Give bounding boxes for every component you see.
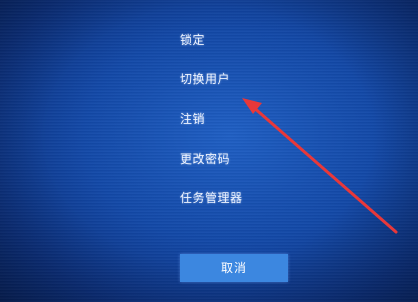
- menu-item-change-password[interactable]: 更改密码: [180, 150, 230, 167]
- menu-item-switch-user[interactable]: 切换用户: [180, 70, 230, 87]
- menu-item-lock[interactable]: 锁定: [180, 31, 205, 48]
- menu-item-task-manager[interactable]: 任务管理器: [180, 189, 243, 206]
- cancel-button[interactable]: 取消: [180, 254, 288, 282]
- security-options-screen: 锁定 切换用户 注销 更改密码 任务管理器 取消: [0, 0, 418, 302]
- menu-item-sign-out[interactable]: 注销: [180, 110, 205, 127]
